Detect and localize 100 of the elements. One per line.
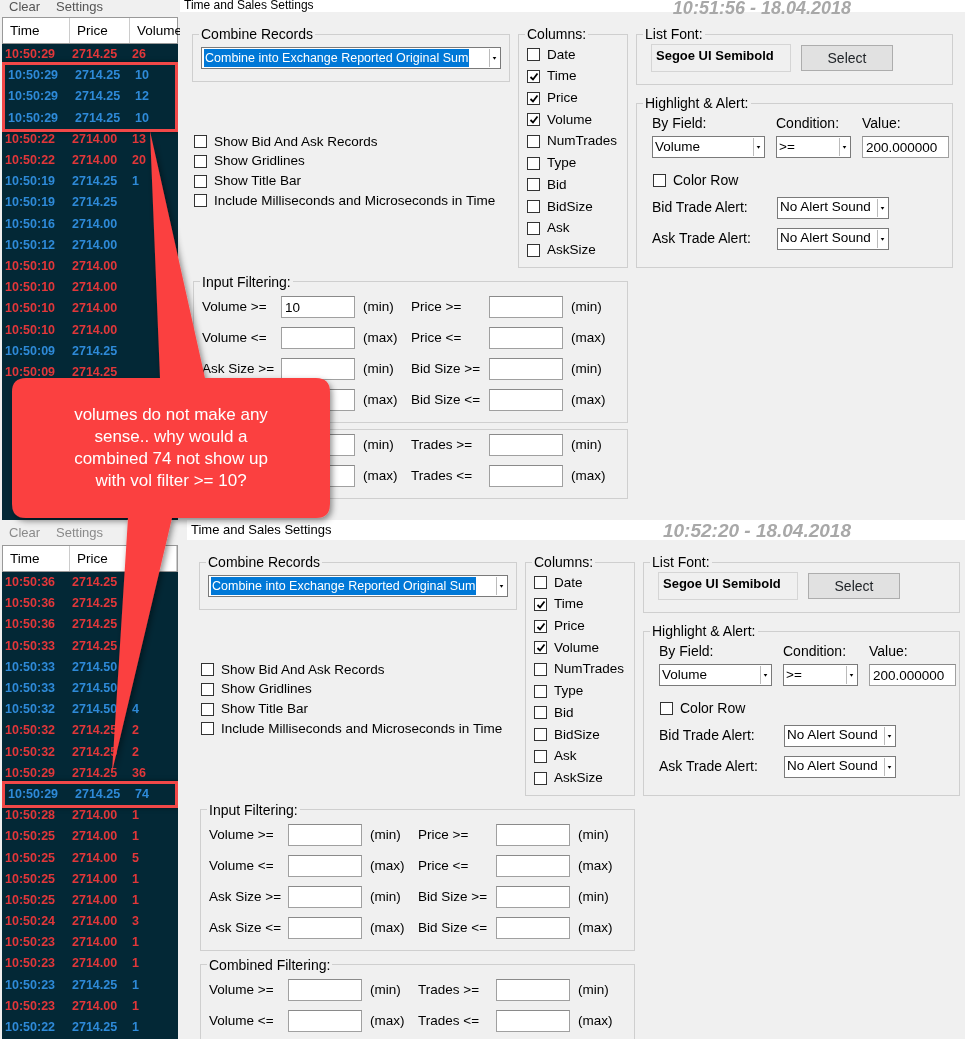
input-field[interactable] <box>281 358 355 381</box>
checkbox[interactable] <box>660 701 673 715</box>
table-cell: 2714.00 <box>72 258 118 274</box>
dropdown[interactable]: No Alert Sound <box>777 227 889 250</box>
checkbox[interactable] <box>194 155 207 169</box>
field-label: Volume <= <box>202 329 268 348</box>
input-field[interactable] <box>489 389 563 412</box>
select-button[interactable]: Select <box>801 45 893 71</box>
dropdown[interactable]: No Alert Sound <box>777 196 889 219</box>
checkbox[interactable] <box>534 728 547 742</box>
checkbox[interactable] <box>527 200 540 214</box>
input-field[interactable]: 200.000000 <box>862 136 949 158</box>
checkbox[interactable] <box>527 243 540 257</box>
group-title: Input Filtering: <box>208 801 299 818</box>
input-field[interactable] <box>288 1010 362 1033</box>
table-cell: 1 <box>132 808 139 824</box>
input-field[interactable] <box>496 855 570 878</box>
dropdown[interactable]: Volume <box>652 136 765 158</box>
table-cell: 10:50:23 <box>5 998 56 1014</box>
field-label: Bid Size <= <box>411 391 482 410</box>
column-header[interactable]: Time <box>3 546 70 571</box>
table-cell: 1 <box>132 977 139 993</box>
select-button[interactable]: Select <box>808 573 900 599</box>
column-header[interactable]: Time <box>3 18 70 43</box>
field-label: Volume >= <box>202 298 268 317</box>
input-field[interactable] <box>489 465 563 488</box>
checkbox[interactable] <box>527 48 540 62</box>
checkbox[interactable] <box>534 663 547 677</box>
checkbox[interactable] <box>534 598 547 612</box>
table-cell: 2714.25 <box>72 638 118 654</box>
checkbox[interactable] <box>653 173 666 187</box>
dropdown[interactable]: No Alert Sound <box>784 755 896 778</box>
table-cell: 2714.25 <box>72 364 118 380</box>
input-field[interactable] <box>496 824 570 847</box>
dropdown[interactable]: >= <box>783 664 858 686</box>
table-cell: 1 <box>132 174 139 190</box>
menu-item[interactable]: Clear <box>9 0 41 13</box>
table-cell: 2714.25 <box>75 110 121 126</box>
checkbox[interactable] <box>201 722 214 736</box>
table-cell: 2714.00 <box>72 301 118 317</box>
checkbox[interactable] <box>527 70 540 84</box>
input-field[interactable] <box>281 327 355 350</box>
field-label: Volume <= <box>209 857 275 876</box>
dropdown[interactable]: >= <box>776 136 851 158</box>
input-field[interactable] <box>288 886 362 909</box>
table-cell: 10:50:32 <box>5 723 56 739</box>
unit-label: (max) <box>570 467 607 486</box>
input-field[interactable] <box>489 327 563 350</box>
input-field[interactable] <box>496 1010 570 1033</box>
input-field[interactable]: 200.000000 <box>869 664 956 686</box>
input-field[interactable] <box>496 886 570 909</box>
checkbox[interactable] <box>534 684 547 698</box>
input-field[interactable] <box>489 296 563 319</box>
checkbox[interactable] <box>527 221 540 235</box>
input-field[interactable] <box>496 979 570 1002</box>
table-cell: 10:50:10 <box>5 258 56 274</box>
input-field[interactable] <box>496 917 570 940</box>
checkbox[interactable] <box>534 706 547 720</box>
unit-label: (max) <box>362 329 399 348</box>
input-field[interactable] <box>288 917 362 940</box>
input-field[interactable] <box>489 358 563 381</box>
dropdown[interactable]: Combine into Exchange Reported Original Sum <box>208 575 508 597</box>
menu-item[interactable]: Settings <box>56 0 104 13</box>
table-cell: 2714.50 <box>72 681 118 697</box>
checkbox[interactable] <box>194 174 207 188</box>
table-cell: 2714.00 <box>72 153 118 169</box>
field-label: Trades <= <box>411 467 474 486</box>
dropdown[interactable]: Combine into Exchange Reported Original Sum <box>201 47 501 69</box>
input-field[interactable] <box>288 855 362 878</box>
checkbox[interactable] <box>527 135 540 149</box>
checkbox[interactable] <box>201 683 214 697</box>
input-field[interactable] <box>288 979 362 1002</box>
input-field[interactable] <box>489 434 563 457</box>
checkbox-label: NumTrades <box>554 660 625 679</box>
group-title: Combine Records <box>200 26 315 42</box>
checkbox[interactable] <box>201 663 214 677</box>
checkbox[interactable] <box>527 91 540 105</box>
column-header[interactable]: Price <box>70 18 130 43</box>
checkbox[interactable] <box>194 135 207 149</box>
checkbox[interactable] <box>534 749 547 763</box>
checkbox[interactable] <box>194 194 207 208</box>
group-title: Columns: <box>533 554 595 570</box>
checkbox[interactable] <box>201 702 214 716</box>
font-name-display: Segoe UI Semibold <box>651 44 791 72</box>
checkbox[interactable] <box>534 619 547 633</box>
checkbox-label: Color Row <box>680 698 746 718</box>
checkbox[interactable] <box>534 641 547 655</box>
checkbox[interactable] <box>534 771 547 785</box>
checkbox[interactable] <box>527 178 540 192</box>
checkbox[interactable] <box>527 156 540 170</box>
input-field[interactable] <box>288 824 362 847</box>
dropdown[interactable]: Volume <box>659 664 772 686</box>
input-field[interactable]: 10 <box>281 296 355 319</box>
table-cell: 10:50:23 <box>5 956 56 972</box>
table-cell: 1 <box>132 829 139 845</box>
unit-label: (min) <box>577 981 610 1000</box>
dropdown[interactable]: No Alert Sound <box>784 724 896 747</box>
checkbox[interactable] <box>534 576 547 590</box>
table-cell: 10:50:36 <box>5 596 56 612</box>
checkbox[interactable] <box>527 113 540 127</box>
